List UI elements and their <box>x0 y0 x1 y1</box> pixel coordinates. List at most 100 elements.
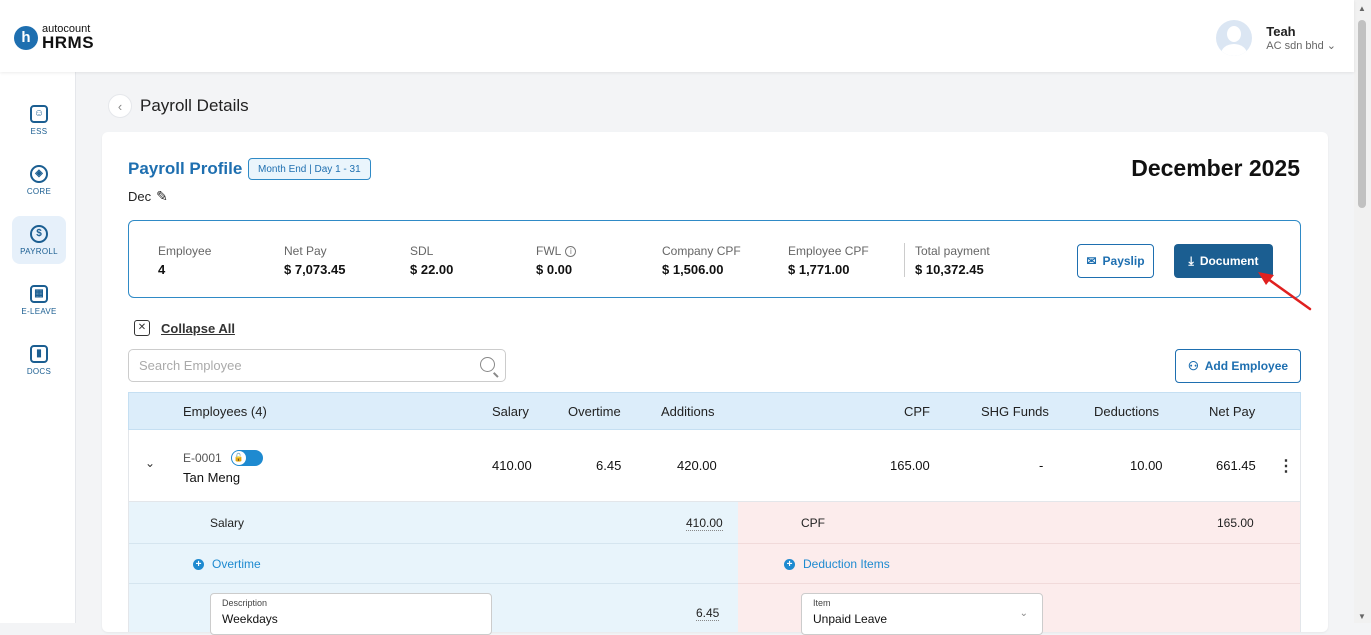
mail-icon: ✉ <box>1086 254 1097 268</box>
chevron-down-icon: ⌄ <box>1326 40 1336 52</box>
add-deduction-items-link[interactable]: + Deduction Items <box>784 557 890 571</box>
brand-logo[interactable]: h autocount HRMS <box>14 24 94 51</box>
sidebar-item-core[interactable]: ◈ CORE <box>12 156 66 204</box>
payroll-period: December 2025 <box>1131 155 1300 181</box>
scroll-up-icon[interactable]: ▲ <box>1358 4 1366 13</box>
description-label: Description <box>222 598 268 608</box>
chevron-left-icon: ‹ <box>117 98 123 114</box>
table-header: Employees (4) Salary Overtime Additions … <box>128 392 1301 430</box>
divider <box>129 583 738 584</box>
stat-label: Total payment <box>915 244 990 258</box>
divider <box>738 583 1300 584</box>
column-deductions[interactable]: Deductions <box>1094 404 1159 419</box>
sidebar-item-ess[interactable]: ☺ ESS <box>12 96 66 144</box>
divider <box>738 543 1300 544</box>
chevron-down-icon: ⌄ <box>1019 608 1028 619</box>
column-employees[interactable]: Employees (4) <box>183 404 267 419</box>
column-additions[interactable]: Additions <box>661 404 714 419</box>
stat-label: Employee CPF <box>788 244 869 258</box>
cell-salary: 410.00 <box>492 458 532 473</box>
more-options-icon[interactable]: ⋮ <box>1278 456 1294 476</box>
stat-label: Company CPF <box>662 244 741 258</box>
top-bar: h autocount HRMS Teah AC sdn bhd ⌄ <box>0 0 1354 72</box>
salary-label: Salary <box>210 516 245 530</box>
back-button[interactable]: ‹ <box>108 94 132 118</box>
salary-value[interactable]: 410.00 <box>686 516 723 531</box>
plus-circle-icon: + <box>193 558 204 570</box>
scroll-down-icon[interactable]: ▼ <box>1358 612 1366 621</box>
sidebar: ☺ ESS ◈ CORE $ PAYROLL ▦ E-LEAVE ▮ DOCS <box>0 72 76 623</box>
stat-value: $ 22.00 <box>410 262 454 277</box>
cell-overtime: 6.45 <box>596 458 622 473</box>
column-shg-funds[interactable]: SHG Funds <box>981 404 1049 419</box>
info-icon[interactable]: i <box>565 245 577 257</box>
description-field[interactable]: Description Weekdays <box>210 593 492 635</box>
stat-employee-cpf: Employee CPF $ 1,771.00 <box>788 244 869 277</box>
user-company[interactable]: AC sdn bhd ⌄ <box>1266 39 1336 52</box>
cell-cpf: 165.00 <box>890 458 930 473</box>
lock-toggle[interactable]: 🔓 <box>230 450 263 466</box>
avatar[interactable] <box>1216 20 1253 56</box>
download-icon: ⤓ <box>1188 253 1194 268</box>
profile-period-badge: Month End | Day 1 - 31 <box>248 158 371 180</box>
docs-icon: ▮ <box>30 344 48 363</box>
payroll-card: Payroll Profile Month End | Day 1 - 31 D… <box>102 132 1328 635</box>
column-cpf[interactable]: CPF <box>904 404 930 419</box>
user-menu[interactable]: Teah AC sdn bhd ⌄ <box>1216 20 1336 56</box>
cell-deductions: 10.00 <box>1130 458 1163 473</box>
search-icon[interactable] <box>480 357 495 372</box>
calendar-icon: ▦ <box>30 284 48 303</box>
edit-icon[interactable]: ✎ <box>156 188 168 205</box>
sidebar-item-label: PAYROLL <box>20 246 58 256</box>
column-salary[interactable]: Salary <box>492 404 529 419</box>
stat-value: $ 0.00 <box>536 262 573 277</box>
stat-label: SDL <box>410 244 434 258</box>
search-input[interactable] <box>129 350 505 381</box>
lock-icon: 🔓 <box>231 451 246 465</box>
stat-label: FWL i <box>536 244 577 258</box>
description-value: Weekdays <box>222 612 278 626</box>
plus-circle-icon: + <box>784 558 795 570</box>
overtime-value[interactable]: 6.45 <box>696 606 720 621</box>
stat-label: Employee <box>158 244 212 258</box>
add-employee-button[interactable]: ⚇ Add Employee <box>1175 349 1301 383</box>
expand-chevron-icon[interactable]: ⌄ <box>145 456 155 470</box>
sidebar-item-e-leave[interactable]: ▦ E-LEAVE <box>12 276 66 324</box>
stat-employee: Employee 4 <box>158 244 211 277</box>
sidebar-item-payroll[interactable]: $ PAYROLL <box>12 216 66 264</box>
sidebar-item-docs[interactable]: ▮ DOCS <box>12 336 66 384</box>
stat-label-text: FWL <box>536 244 562 258</box>
page-scrollbar[interactable]: ▲ ▼ <box>1354 0 1371 623</box>
item-select[interactable]: Item Unpaid Leave ⌄ <box>801 593 1043 635</box>
column-net-pay[interactable]: Net Pay <box>1209 404 1255 419</box>
cell-net-pay: 661.45 <box>1216 458 1256 473</box>
stat-value: $ 10,372.45 <box>915 262 984 277</box>
stat-value: $ 7,073.45 <box>284 262 346 277</box>
profile-title: Payroll Profile <box>128 159 243 178</box>
add-user-icon: ⚇ <box>1187 359 1199 373</box>
divider <box>904 243 905 277</box>
document-button-label: Document <box>1199 254 1259 268</box>
summary-panel: Employee 4 Net Pay $ 7,073.45 SDL $ 22.0… <box>128 220 1301 298</box>
add-overtime-link[interactable]: + Overtime <box>193 557 261 571</box>
divider <box>129 543 738 544</box>
sidebar-item-label: DOCS <box>26 366 52 376</box>
sidebar-item-label: E-LEAVE <box>21 306 57 316</box>
sidebar-item-label: ESS <box>30 126 48 136</box>
employee-name: Tan Meng <box>183 470 241 485</box>
table-row[interactable]: ⌄ E-0001 🔓 Tan Meng 410.00 6.45 420.00 1… <box>128 430 1301 502</box>
core-icon: ◈ <box>30 164 48 183</box>
page-title: Payroll Details <box>140 96 249 115</box>
add-employee-label: Add Employee <box>1204 359 1289 373</box>
stat-fwl: FWL i $ 0.00 <box>536 244 577 277</box>
page-header: ‹ Payroll Details <box>108 94 249 118</box>
document-button[interactable]: ⤓ Document <box>1174 244 1273 278</box>
collapse-all-button[interactable]: ✕ Collapse All <box>134 320 235 336</box>
additions-detail-panel: Salary 410.00 + Overtime Description Wee… <box>128 502 738 635</box>
search-box <box>128 349 506 382</box>
logo-mark: h <box>14 25 38 50</box>
employee-id-text: E-0001 <box>183 451 222 465</box>
payslip-button[interactable]: ✉ Payslip <box>1077 244 1154 278</box>
scrollbar-thumb[interactable] <box>1358 20 1366 208</box>
column-overtime[interactable]: Overtime <box>568 404 621 419</box>
